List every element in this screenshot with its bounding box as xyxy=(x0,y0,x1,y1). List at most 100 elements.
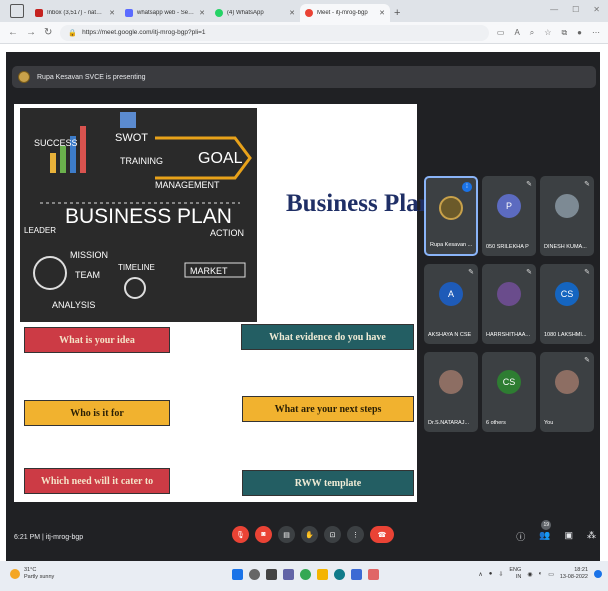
weather-desc: Partly sunny xyxy=(24,574,55,580)
tray-overflow-icon[interactable]: ∧ xyxy=(478,571,482,578)
training-word: TRAINING xyxy=(120,156,163,166)
call-controls: 🎙 ◙ ▤ ✋ ⊡ ⋮ ☎ xyxy=(232,526,394,543)
task-view-icon[interactable] xyxy=(266,569,277,580)
tab-meet[interactable]: Meet - itj-mrog-bgp ✕ xyxy=(300,4,390,22)
success-word: SUCCESS xyxy=(34,138,78,148)
meeting-details: 6:21 PM | itj-mrog-bgp xyxy=(14,534,83,541)
tab-actions-icon[interactable] xyxy=(10,4,24,18)
weather-widget[interactable]: 31°C Partly sunny xyxy=(10,567,54,581)
chrome-icon[interactable] xyxy=(300,569,311,580)
app-icon[interactable] xyxy=(368,569,379,580)
language-indicator[interactable]: ENG IN xyxy=(509,567,521,581)
participant-tile[interactable]: ✎ DINESH KUMA... xyxy=(540,176,594,256)
notification-icon[interactable] xyxy=(594,570,602,578)
present-button[interactable]: ⊡ xyxy=(324,526,341,543)
minimize-icon[interactable]: — xyxy=(550,5,558,14)
activities-icon[interactable]: ⁂ xyxy=(587,530,596,543)
maximize-icon[interactable]: ☐ xyxy=(572,5,579,14)
presenting-banner: Rupa Kesavan SVCE is presenting xyxy=(12,66,596,88)
browser-tab-bar: Inbox (3,517) - nataraj@svce.ac.in ✕ wha… xyxy=(0,0,608,22)
forward-icon[interactable]: → xyxy=(26,27,36,38)
new-tab-button[interactable]: + xyxy=(394,7,400,19)
speaking-indicator-icon: ⁞ xyxy=(462,182,472,192)
usb-icon[interactable]: ⇩ xyxy=(498,571,503,578)
business-plan-word: BUSINESS PLAN xyxy=(65,205,232,228)
collections-icon[interactable]: ⧉ xyxy=(561,28,567,38)
volume-icon[interactable]: ◐ xyxy=(539,571,543,577)
meeting-info-icon[interactable]: ⓘ xyxy=(516,530,525,543)
tray-apps-icon[interactable]: ● xyxy=(489,571,493,577)
windows-taskbar: 31°C Partly sunny ∧ ● ⇩ ENG IN ◉ ◐ ▭ 18:… xyxy=(0,561,608,591)
participant-tile[interactable]: A ✎ AKSHAYA N CSE xyxy=(424,264,478,344)
chat-icon[interactable]: ▣ xyxy=(564,530,573,543)
close-tab-icon[interactable]: ✕ xyxy=(199,9,205,17)
participant-tile[interactable]: ✎ You xyxy=(540,352,594,432)
lock-icon: 🔒 xyxy=(68,29,78,37)
chat-app-icon[interactable] xyxy=(283,569,294,580)
menu-dots-icon[interactable]: ⋯ xyxy=(592,28,600,38)
wifi-icon[interactable]: ◉ xyxy=(527,571,532,578)
analysis-word: ANALYSIS xyxy=(52,300,95,310)
battery-icon[interactable]: ▭ xyxy=(548,571,554,578)
participant-name: 050 SRILEKHA P xyxy=(486,244,529,250)
zoom-icon[interactable]: ⌕ xyxy=(530,28,534,38)
search-favicon-icon xyxy=(125,9,133,17)
mic-off-icon: ✎ xyxy=(584,269,590,276)
start-icon[interactable] xyxy=(232,569,243,580)
avatar xyxy=(439,370,463,394)
management-word: MANAGEMENT xyxy=(155,180,220,190)
participant-tile[interactable]: Dr.S.NATARAJ... xyxy=(424,352,478,432)
raise-hand-button[interactable]: ✋ xyxy=(301,526,318,543)
tab-whatsapp[interactable]: (4) WhatsApp ✕ xyxy=(210,4,300,22)
evidence-box: What evidence do you have xyxy=(241,324,414,350)
mic-toggle-button[interactable]: 🎙 xyxy=(232,526,249,543)
participant-tile[interactable]: P ✎ 050 SRILEKHA P xyxy=(482,176,536,256)
favorite-star-icon[interactable]: ☆ xyxy=(544,28,551,38)
captions-button[interactable]: ▤ xyxy=(278,526,295,543)
presenting-text: Rupa Kesavan SVCE is presenting xyxy=(37,73,146,81)
search-icon[interactable] xyxy=(249,569,260,580)
slide-title: Business Plan xyxy=(286,190,433,217)
avatar xyxy=(555,194,579,218)
edge-icon[interactable] xyxy=(334,569,345,580)
meet-window: Rupa Kesavan SVCE is presenting SUCCESS … xyxy=(6,52,600,561)
participant-tile[interactable]: CS 6 others xyxy=(482,352,536,432)
more-options-button[interactable]: ⋮ xyxy=(347,526,364,543)
camera-icon[interactable]: ▭ xyxy=(497,28,505,38)
refresh-icon[interactable]: ↻ xyxy=(44,27,52,38)
tab-gmail[interactable]: Inbox (3,517) - nataraj@svce.ac.in ✕ xyxy=(30,4,120,22)
back-icon[interactable]: ← xyxy=(8,27,18,38)
mic-off-icon: ✎ xyxy=(526,269,532,276)
read-aloud-icon[interactable]: A xyxy=(514,28,519,38)
participant-tile[interactable]: CS ✎ 1080 LAKSHMI... xyxy=(540,264,594,344)
participant-tile[interactable]: ✎ HARRSHITHAA... xyxy=(482,264,536,344)
participant-tile[interactable]: ⁞ Rupa Kesavan ... xyxy=(424,176,478,256)
file-explorer-icon[interactable] xyxy=(317,569,328,580)
avatar: P xyxy=(497,194,521,218)
sun-icon xyxy=(10,569,20,579)
close-tab-icon[interactable]: ✕ xyxy=(379,9,385,17)
taskbar-clock[interactable]: 18:21 13-08-2022 xyxy=(560,567,588,581)
who-box: Who is it for xyxy=(24,400,170,426)
url-field[interactable]: 🔒 https://meet.google.com/itj-mrog-bgp?p… xyxy=(60,24,489,41)
team-word: TEAM xyxy=(75,270,100,280)
profile-icon[interactable]: ● xyxy=(577,28,582,38)
avatar xyxy=(439,196,463,220)
store-icon[interactable] xyxy=(351,569,362,580)
leave-call-button[interactable]: ☎ xyxy=(370,526,394,543)
close-tab-icon[interactable]: ✕ xyxy=(289,9,295,17)
people-button[interactable]: 19 👥 xyxy=(539,520,552,543)
tab-search[interactable]: whatsapp web - Search ✕ xyxy=(120,4,210,22)
taskbar-apps xyxy=(232,569,379,580)
tab-label: Meet - itj-mrog-bgp xyxy=(317,10,368,16)
goal-word: GOAL xyxy=(198,150,243,167)
close-tab-icon[interactable]: ✕ xyxy=(109,9,115,17)
window-controls: — ☐ ✕ xyxy=(550,5,600,14)
participant-name: 1080 LAKSHMI... xyxy=(544,332,587,338)
presenter-avatar xyxy=(18,71,30,83)
meet-bottom-bar: 6:21 PM | itj-mrog-bgp 🎙 ◙ ▤ ✋ ⊡ ⋮ ☎ ⓘ 1… xyxy=(6,516,600,561)
close-window-icon[interactable]: ✕ xyxy=(593,5,600,14)
avatar xyxy=(555,370,579,394)
meet-side-controls: ⓘ 19 👥 ▣ ⁂ xyxy=(516,520,596,543)
camera-toggle-button[interactable]: ◙ xyxy=(255,526,272,543)
